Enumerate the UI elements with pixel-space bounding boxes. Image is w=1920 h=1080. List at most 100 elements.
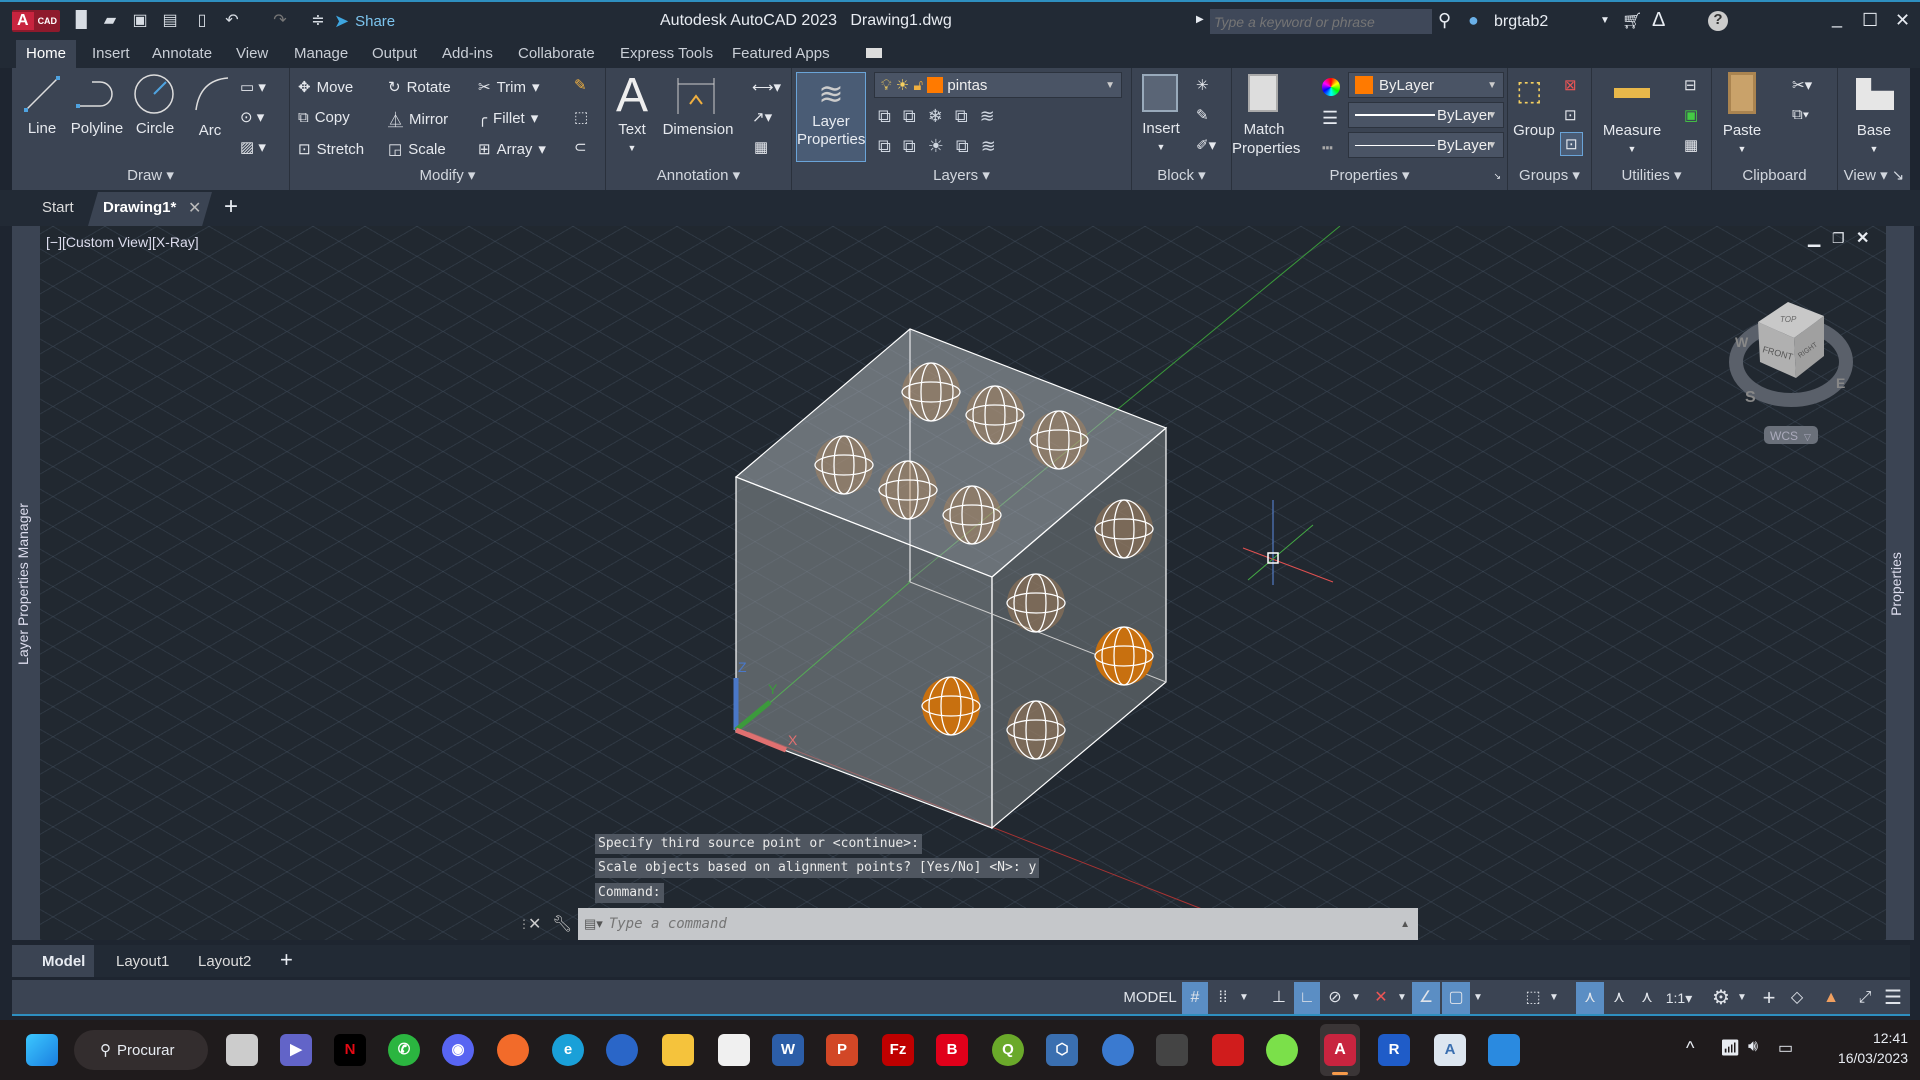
erase-icon[interactable]: ✎ (574, 76, 587, 94)
text-button[interactable]: Text ▼ (612, 121, 652, 155)
command-customize-icon[interactable]: 🔧︎ (552, 914, 578, 934)
tab-annotate[interactable]: Annotate (142, 40, 222, 68)
explode-icon[interactable]: ⬚ (574, 108, 588, 126)
layer-on-all-icon[interactable]: ⧉ (878, 136, 891, 157)
properties-palette-strip[interactable]: Properties (1886, 226, 1914, 940)
search-icon[interactable]: ⚲ (1438, 10, 1451, 31)
new-layout-button[interactable]: + (280, 947, 293, 973)
task-view-icon[interactable] (226, 1034, 258, 1066)
edge-icon[interactable]: e (552, 1034, 584, 1066)
autocad-icon[interactable]: A (1324, 1034, 1356, 1066)
save-icon[interactable]: ▣ (130, 11, 150, 31)
isolate-objects-icon[interactable]: ◇ (1784, 982, 1810, 1014)
annotation-scale-icon[interactable]: ⋏ (1634, 982, 1660, 1014)
teams-icon[interactable]: ▶ (280, 1034, 312, 1066)
thunderbird-icon[interactable] (606, 1034, 638, 1066)
user-name[interactable]: brgtab2 (1494, 13, 1548, 31)
color-dropdown[interactable]: ByLayer ▼ (1348, 72, 1504, 98)
calculator-icon[interactable]: ▦ (1684, 136, 1698, 154)
document-icon[interactable] (718, 1034, 750, 1066)
layer-unlock-icon[interactable]: ⧉ (956, 136, 969, 157)
firefox-icon[interactable] (497, 1034, 529, 1066)
app-green-icon[interactable] (1266, 1034, 1298, 1066)
annotation-scale-dropdown[interactable]: 1:1▾ (1662, 982, 1696, 1014)
layers-panel-label[interactable]: Layers ▾ (792, 166, 1131, 184)
show-hidden-icons[interactable]: ^ (1686, 1038, 1694, 1059)
tab-layout2[interactable]: Layout2 (198, 953, 251, 970)
viewcube[interactable]: TOP FRONT RIGHT W S E WCS ▽ (1729, 302, 1853, 444)
dice-pip[interactable] (921, 676, 981, 736)
tab-collaborate[interactable]: Collaborate (508, 40, 605, 68)
clean-screen-icon[interactable]: ⤢ (1852, 982, 1878, 1014)
select-all-icon[interactable]: ▣ (1684, 106, 1698, 124)
search-input[interactable] (1210, 9, 1432, 34)
lineweight-dropdown[interactable]: ByLayer ▼ (1348, 102, 1504, 128)
compass-w[interactable]: W (1735, 334, 1749, 350)
recent-commands-icon[interactable]: ▤▾ (584, 916, 603, 932)
properties-palette-label[interactable]: Properties (1888, 552, 1904, 616)
insert-button[interactable]: Insert ▼ (1136, 120, 1186, 154)
annotation-visibility-icon[interactable]: ⋏ (1576, 982, 1604, 1014)
rectangle-icon[interactable]: ▭ ▾ (240, 78, 266, 96)
file-explorer-icon[interactable] (662, 1034, 694, 1066)
quick-select-icon[interactable]: ⊟ (1684, 76, 1697, 94)
customization-menu-icon[interactable]: ☰ (1880, 982, 1906, 1014)
dice-pip[interactable] (942, 485, 1002, 545)
revit-icon[interactable]: R (1378, 1034, 1410, 1066)
virtualbox-icon[interactable]: ⬡ (1046, 1034, 1078, 1066)
edit-block-icon[interactable]: ✎ (1196, 106, 1209, 124)
layer-dropdown[interactable]: 💡︎ ☀ 🔓︎ pintas ▼ (874, 72, 1122, 98)
layer-lock-tool-icon[interactable]: ⧉ (955, 106, 968, 127)
paint-icon[interactable] (1102, 1034, 1134, 1066)
battery-icon[interactable]: ▭ (1778, 1038, 1793, 1058)
annotation-monitor-icon[interactable]: + (1756, 982, 1782, 1014)
netflix-icon[interactable]: N (334, 1034, 366, 1066)
layer-freeze-icon[interactable]: ❄ (928, 106, 943, 127)
line-button[interactable]: Line (20, 120, 64, 137)
layer-match-icon[interactable]: ≋ (981, 136, 996, 157)
groups-panel-label[interactable]: Groups ▾ (1508, 166, 1591, 184)
offset-icon[interactable]: ⊂ (574, 138, 587, 156)
tab-express-tools[interactable]: Express Tools (610, 40, 723, 68)
array-button[interactable]: ⊞ Array ▾ (478, 140, 546, 159)
tab-home[interactable]: Home (16, 40, 77, 68)
snap-toggle-icon[interactable]: ⁞⁞ (1210, 982, 1236, 1014)
scale-button[interactable]: ◲ Scale (388, 140, 446, 159)
create-block-icon[interactable]: ✳ (1196, 76, 1209, 94)
layer-thaw-all-icon[interactable]: ☀ (928, 136, 944, 157)
utilities-panel-label[interactable]: Utilities ▾ (1592, 166, 1711, 184)
new-tab-button[interactable]: + (224, 193, 238, 221)
tab-manage[interactable]: Manage (284, 40, 358, 68)
user-dropdown-icon[interactable]: ▼ (1600, 15, 1610, 26)
ortho-toggle-icon[interactable]: ∟ (1294, 982, 1320, 1014)
block-panel-label[interactable]: Block ▾ (1132, 166, 1231, 184)
tab-view[interactable]: View (226, 40, 278, 68)
dice-pip[interactable] (1006, 700, 1066, 760)
close-tab-icon[interactable]: ✕ (188, 198, 201, 218)
volume-icon[interactable]: 🔊︎ (1748, 1038, 1758, 1056)
base-button[interactable]: Base ▼ (1848, 122, 1900, 156)
workspace-dropdown-icon[interactable]: ▼ (1734, 982, 1750, 1014)
app-menu-button[interactable]: A CAD (12, 10, 60, 32)
layer-properties-button[interactable]: ≋ Layer Properties (796, 72, 866, 162)
minimize-button[interactable]: _ (1832, 8, 1842, 29)
match-properties-button[interactable]: Match Properties (1232, 120, 1300, 158)
3d-snap-dropdown-icon[interactable]: ▼ (1546, 982, 1562, 1014)
redo-icon[interactable]: ↷ (270, 11, 290, 31)
group-edit-icon[interactable]: ⊡ (1564, 106, 1577, 124)
measure-button[interactable]: Measure ▼ (1596, 122, 1668, 156)
word-icon[interactable]: W (772, 1034, 804, 1066)
paste-button[interactable]: Paste ▼ (1716, 122, 1768, 156)
drawing-viewport[interactable]: [−][Custom View][X-Ray] ▁ ❐ ✕ Z Y X TOP … (40, 226, 1886, 940)
sketchup-icon[interactable] (1212, 1034, 1244, 1066)
tab-start[interactable]: Start (42, 199, 74, 216)
command-input-box[interactable]: ▤▾ ▲ (578, 908, 1418, 940)
ellipse-icon[interactable]: ⊙ ▾ (240, 108, 264, 126)
workspace-gear-icon[interactable]: ⚙ (1708, 982, 1734, 1014)
isometric-drafting-icon[interactable]: ✕ (1368, 982, 1394, 1014)
hatch-icon[interactable]: ▨ ▾ (240, 138, 266, 156)
fillet-button[interactable]: ╭ Fillet ▾ (478, 109, 538, 128)
dice-pip[interactable] (1006, 573, 1066, 633)
graphics-performance-icon[interactable]: ▲ (1818, 982, 1844, 1014)
annotation-panel-label[interactable]: Annotation ▾ (606, 166, 791, 184)
